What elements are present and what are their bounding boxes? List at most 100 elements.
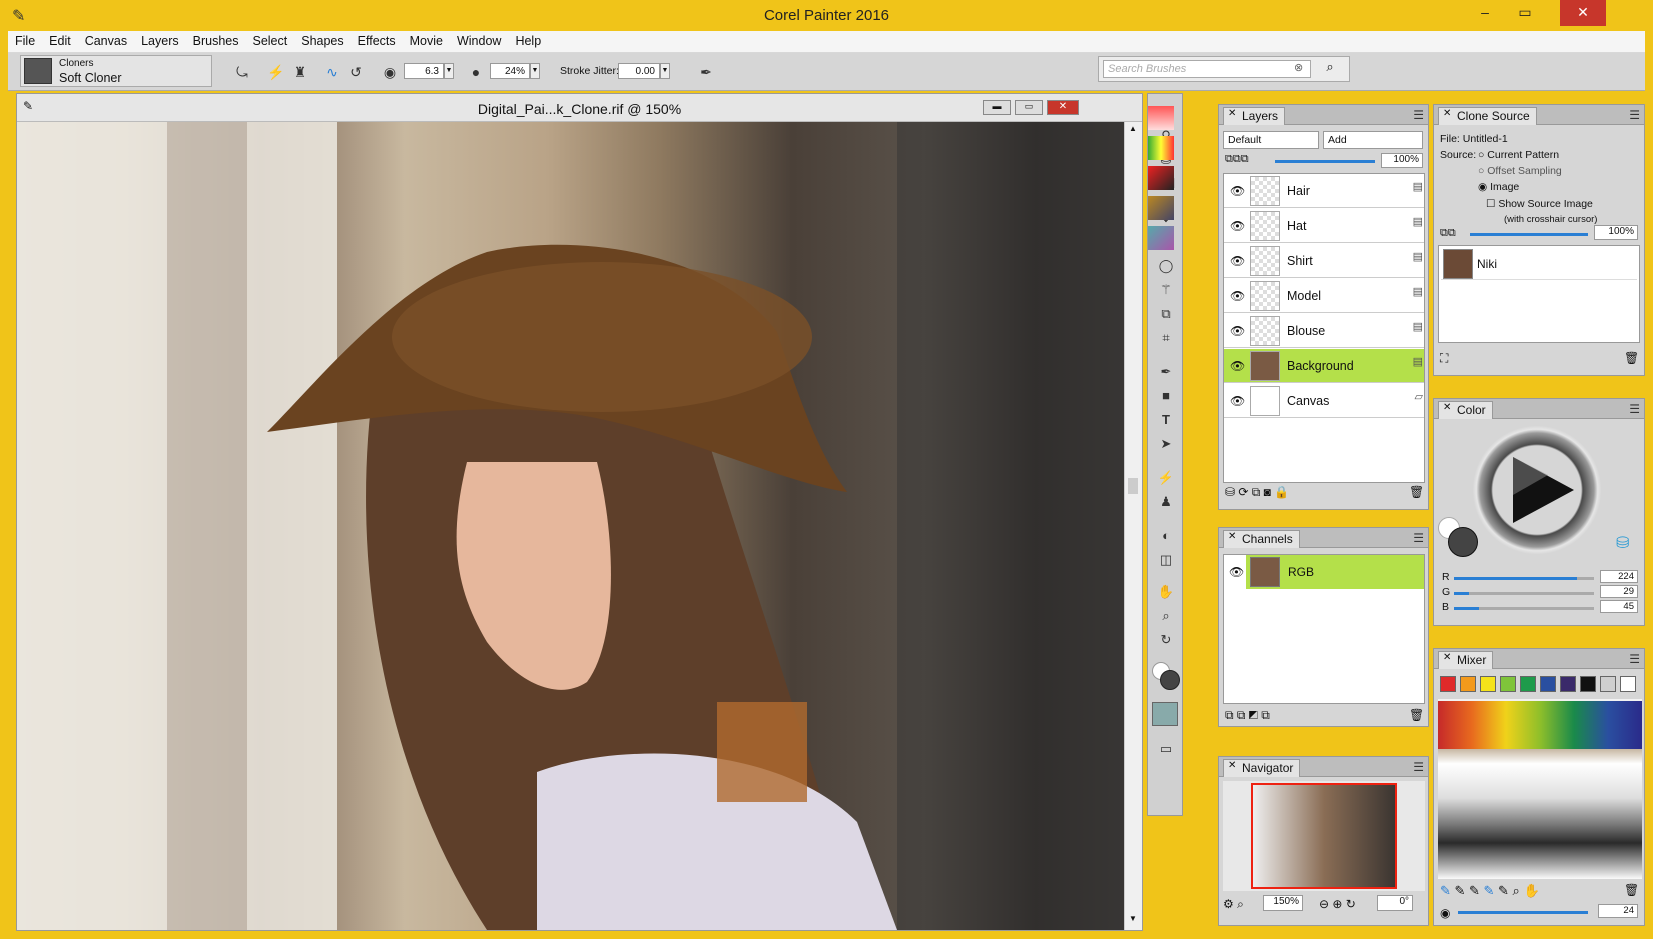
- color-triangle[interactable]: [1508, 455, 1578, 525]
- layer-row-blouse[interactable]: 👁 Blouse ▤: [1224, 314, 1424, 348]
- show-source-checkbox[interactable]: ☐ Show Source Image: [1486, 198, 1593, 210]
- brush-size-dropdown[interactable]: ▼: [444, 63, 454, 79]
- mixer-size-field[interactable]: 24: [1598, 904, 1638, 918]
- close-button[interactable]: ✕: [1560, 0, 1606, 26]
- clear-mixer-icon[interactable]: 🗑: [1624, 883, 1639, 897]
- delete-channel-icon[interactable]: 🗑: [1409, 708, 1424, 722]
- color-swatch-pair[interactable]: [1152, 662, 1180, 690]
- lasso-icon[interactable]: ◯: [1156, 256, 1176, 276]
- navigator-settings-icon[interactable]: ⚙ ⌕: [1223, 897, 1244, 912]
- layer-opacity-slider[interactable]: [1275, 160, 1375, 163]
- clone-opacity-field[interactable]: 100%: [1594, 225, 1638, 240]
- magnifier-icon[interactable]: ⌕: [1156, 606, 1176, 626]
- layer-row-canvas[interactable]: 👁 Canvas ▱: [1224, 384, 1424, 418]
- clone-source-icon[interactable]: ⚡: [266, 62, 286, 82]
- dodge-tool-icon[interactable]: ◐: [1156, 526, 1176, 546]
- paper-selector-icon[interactable]: [1152, 702, 1178, 726]
- mixer-swatch[interactable]: [1580, 676, 1596, 692]
- opacity-dropdown[interactable]: ▼: [530, 63, 540, 79]
- rectangle-shape-icon[interactable]: ■: [1156, 386, 1176, 406]
- scroll-down-icon[interactable]: ▼: [1125, 914, 1141, 923]
- vertical-scrollbar[interactable]: ▲ ▼: [1124, 122, 1142, 930]
- menu-effects[interactable]: Effects: [351, 31, 403, 48]
- stylus-icon[interactable]: ✒: [696, 62, 716, 82]
- mirror-paint-icon[interactable]: ◫: [1156, 550, 1176, 570]
- mixer-swatch[interactable]: [1600, 676, 1616, 692]
- mixer-swatch[interactable]: [1620, 676, 1636, 692]
- channel-row-rgb[interactable]: RGB: [1246, 555, 1424, 589]
- add-source-icon[interactable]: ⛶: [1440, 351, 1448, 366]
- doc-close-button[interactable]: ✕: [1047, 100, 1079, 115]
- mixer-swatch[interactable]: [1460, 676, 1476, 692]
- cloner-tool-icon[interactable]: ⚡: [1156, 468, 1176, 488]
- layer-lock-icons[interactable]: ⧉⧉⧉: [1225, 153, 1249, 166]
- search-icon[interactable]: ⌕: [1315, 59, 1345, 79]
- doc-restore-button[interactable]: ▭: [1015, 100, 1043, 115]
- mixer-swatch[interactable]: [1500, 676, 1516, 692]
- clear-search-icon[interactable]: ⊗: [1294, 61, 1303, 74]
- color-wheel[interactable]: [1472, 425, 1602, 555]
- red-field[interactable]: 224: [1600, 570, 1638, 583]
- eye-icon[interactable]: 👁: [1230, 324, 1245, 338]
- green-slider-track[interactable]: [1454, 592, 1594, 595]
- layer-row-background[interactable]: 👁 Background ▤: [1224, 349, 1424, 383]
- panel-menu-icon[interactable]: ☰: [1629, 108, 1640, 122]
- blue-field[interactable]: 45: [1600, 600, 1638, 613]
- menu-layers[interactable]: Layers: [134, 31, 186, 48]
- look-library-icon[interactable]: [1148, 226, 1174, 250]
- menu-window[interactable]: Window: [450, 31, 508, 48]
- straight-line-icon[interactable]: ↺: [346, 62, 366, 82]
- composite-depth-select[interactable]: Add: [1323, 131, 1423, 149]
- magic-wand-icon[interactable]: ⚚: [1156, 280, 1176, 300]
- blue-slider-track[interactable]: [1454, 607, 1594, 610]
- mixer-swatch[interactable]: [1520, 676, 1536, 692]
- mixer-swatch[interactable]: [1540, 676, 1556, 692]
- navigator-viewport[interactable]: [1251, 783, 1397, 889]
- menu-movie[interactable]: Movie: [403, 31, 450, 48]
- radio-offset-sampling[interactable]: ○ Offset Sampling: [1478, 165, 1562, 177]
- freehand-stroke-icon[interactable]: ∿: [322, 62, 342, 82]
- eye-icon[interactable]: 👁: [1230, 254, 1245, 268]
- clone-stamp-icon[interactable]: ♜: [290, 62, 310, 82]
- scroll-up-icon[interactable]: ▲: [1125, 124, 1141, 133]
- menu-help[interactable]: Help: [508, 31, 548, 48]
- layer-opacity-field[interactable]: 100%: [1381, 153, 1423, 168]
- rotate-page-icon[interactable]: ↻: [1156, 630, 1176, 650]
- menu-shapes[interactable]: Shapes: [294, 31, 350, 48]
- layer-row-hair[interactable]: 👁 Hair ▤: [1224, 174, 1424, 208]
- painting-canvas[interactable]: [17, 122, 1124, 930]
- crop-tool-icon[interactable]: ⌗: [1156, 328, 1176, 348]
- layer-row-shirt[interactable]: 👁 Shirt ▤: [1224, 244, 1424, 278]
- opacity-field[interactable]: 24%: [490, 63, 530, 79]
- menu-edit[interactable]: Edit: [42, 31, 78, 48]
- eye-icon[interactable]: 👁: [1230, 289, 1245, 303]
- stroke-jitter-field[interactable]: 0.00: [618, 63, 660, 79]
- mixer-size-slider[interactable]: [1458, 911, 1588, 914]
- red-slider-track[interactable]: [1454, 577, 1594, 580]
- menu-file[interactable]: File: [8, 31, 42, 48]
- main-color-swatch[interactable]: [1448, 527, 1478, 557]
- eye-icon[interactable]: 👁: [1230, 184, 1245, 198]
- panel-menu-icon[interactable]: ☰: [1413, 760, 1424, 774]
- gradient-library-icon[interactable]: [1148, 136, 1174, 160]
- doc-minimize-button[interactable]: ▬: [983, 100, 1011, 115]
- mixer-swatch[interactable]: [1480, 676, 1496, 692]
- scroll-thumb[interactable]: [1128, 478, 1138, 494]
- layer-actions-icons[interactable]: ⛁ ⟳ ⧉ ◙ 🔒: [1225, 485, 1289, 500]
- eye-icon[interactable]: 👁: [1229, 565, 1244, 579]
- brush-selector[interactable]: Cloners Soft Cloner: [20, 55, 212, 87]
- radio-current-pattern[interactable]: ○ Current Pattern: [1478, 149, 1559, 161]
- paper-library-icon[interactable]: [1148, 106, 1174, 130]
- grabber-icon[interactable]: ✋: [1156, 582, 1176, 602]
- navigator-preview[interactable]: [1223, 781, 1425, 891]
- zoom-controls-icons[interactable]: ⊖ ⊕ ↻: [1319, 897, 1356, 911]
- navigator-zoom-field[interactable]: 150%: [1263, 895, 1303, 911]
- menu-canvas[interactable]: Canvas: [78, 31, 134, 48]
- color-dropper-icon[interactable]: ⛁: [1616, 533, 1629, 553]
- composite-method-select[interactable]: Default: [1223, 131, 1319, 149]
- clone-overlay-icons[interactable]: ⧉⧉: [1440, 227, 1456, 240]
- panel-menu-icon[interactable]: ☰: [1413, 108, 1424, 122]
- nozzle-library-icon[interactable]: [1148, 196, 1174, 220]
- layer-row-hat[interactable]: 👁 Hat ▤: [1224, 209, 1424, 243]
- mixer-pad[interactable]: [1438, 699, 1642, 879]
